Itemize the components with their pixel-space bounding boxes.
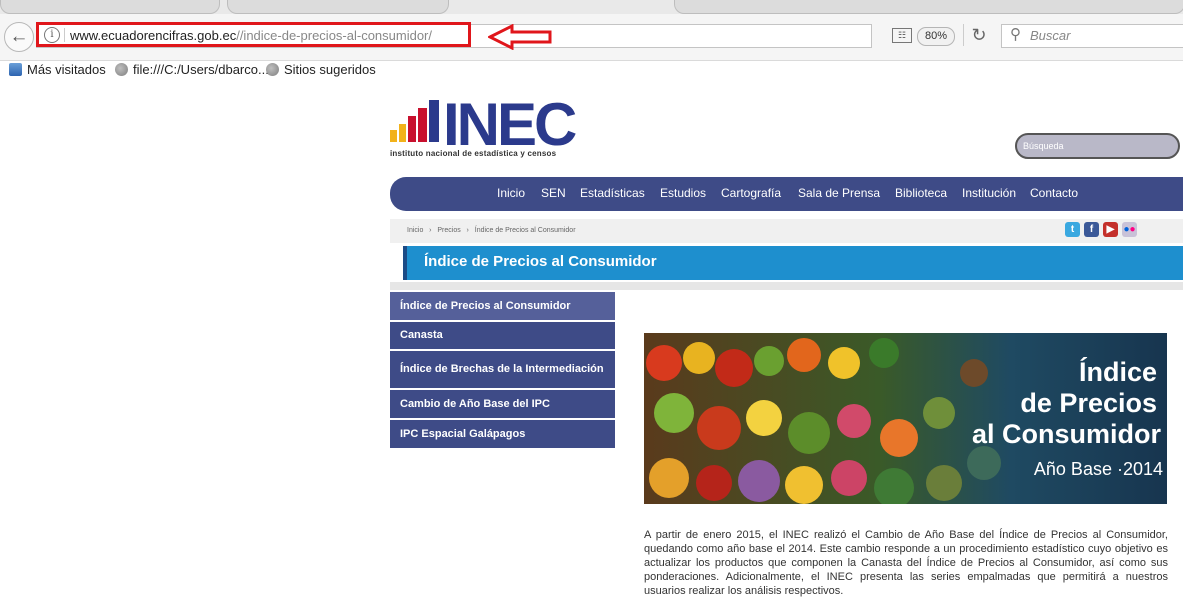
nav-item-contacto[interactable]: Contacto bbox=[1030, 186, 1078, 200]
reload-icon[interactable]: ↻ bbox=[963, 24, 994, 46]
globe-icon bbox=[266, 63, 279, 76]
tab-strip bbox=[0, 0, 1183, 15]
hero-title-line2: de Precios bbox=[1020, 388, 1157, 418]
nav-item-estadisticas[interactable]: Estadísticas bbox=[580, 186, 645, 200]
side-menu-item-brechas[interactable]: Índice de Brechas de la Intermediación bbox=[390, 351, 615, 390]
red-arrow-icon bbox=[488, 24, 552, 50]
facebook-icon[interactable]: f bbox=[1084, 222, 1099, 237]
nav-item-institucion[interactable]: Institución bbox=[962, 186, 1016, 200]
reader-view-icon[interactable]: ☷ bbox=[892, 28, 912, 43]
browser-search-placeholder: Buscar bbox=[1030, 28, 1071, 43]
bookmark-suggested-sites[interactable]: Sitios sugeridos bbox=[266, 62, 376, 77]
nav-item-inicio[interactable]: Inicio bbox=[497, 186, 525, 200]
nav-item-biblioteca[interactable]: Biblioteca bbox=[895, 186, 947, 200]
divider-bar bbox=[390, 282, 1183, 290]
page-title: Índice de Precios al Consumidor bbox=[424, 253, 657, 270]
breadcrumb-inicio[interactable]: Inicio bbox=[407, 227, 423, 234]
search-icon: ⚲ bbox=[1010, 26, 1021, 43]
breadcrumb-separator: › bbox=[462, 227, 473, 234]
flickr-icon[interactable]: ●● bbox=[1122, 222, 1137, 237]
breadcrumb-current: Índice de Precios al Consumidor bbox=[474, 227, 576, 234]
side-menu-item-cambio-ano-base[interactable]: Cambio de Año Base del IPC bbox=[390, 390, 615, 420]
bookmark-most-visited[interactable]: Más visitados bbox=[9, 62, 106, 77]
breadcrumb-precios[interactable]: Precios bbox=[437, 227, 460, 234]
zoom-indicator[interactable]: 80% bbox=[917, 27, 955, 46]
nav-item-sen[interactable]: SEN bbox=[541, 186, 566, 200]
intro-paragraph: A partir de enero 2015, el INEC realizó … bbox=[644, 529, 1168, 597]
breadcrumb: Inicio › Precios › Índice de Precios al … bbox=[407, 227, 576, 234]
inec-logo[interactable]: INEC bbox=[443, 95, 577, 155]
hero-title-line1: Índice bbox=[1078, 357, 1157, 387]
bookmark-label: Más visitados bbox=[27, 62, 106, 77]
bookmark-label: Sitios sugeridos bbox=[284, 62, 376, 77]
nav-item-estudios[interactable]: Estudios bbox=[660, 186, 706, 200]
browser-tab[interactable] bbox=[227, 0, 449, 14]
title-accent bbox=[403, 246, 407, 280]
globe-icon bbox=[115, 63, 128, 76]
back-button[interactable]: ← bbox=[4, 22, 34, 52]
browser-tab[interactable] bbox=[674, 0, 1183, 14]
breadcrumb-separator: › bbox=[425, 227, 436, 234]
side-menu: Índice de Precios al Consumidor Canasta … bbox=[390, 292, 615, 450]
youtube-icon[interactable]: ▶ bbox=[1103, 222, 1118, 237]
side-menu-item-canasta[interactable]: Canasta bbox=[390, 322, 615, 351]
bookmark-file[interactable]: file:///C:/Users/dbarco... bbox=[115, 62, 269, 77]
side-menu-item-ipc[interactable]: Índice de Precios al Consumidor bbox=[390, 292, 615, 322]
twitter-icon[interactable]: t bbox=[1065, 222, 1080, 237]
hero-subtitle: Año Base ·2014 bbox=[1033, 459, 1163, 479]
logo-tagline: instituto nacional de estadística y cens… bbox=[390, 149, 557, 158]
url-highlight-box bbox=[36, 22, 471, 47]
nav-item-sala-de-prensa[interactable]: Sala de Prensa bbox=[798, 186, 880, 200]
browser-search-input[interactable] bbox=[1001, 24, 1183, 48]
bookmark-folder-icon bbox=[9, 63, 22, 76]
browser-tab[interactable] bbox=[0, 0, 220, 14]
nav-item-cartografia[interactable]: Cartografía bbox=[721, 186, 781, 200]
inec-logo-bars-icon bbox=[390, 100, 439, 142]
site-search-input[interactable]: Búsqueda bbox=[1015, 133, 1180, 159]
side-menu-item-galapagos[interactable]: IPC Espacial Galápagos bbox=[390, 420, 615, 450]
hero-title-line3: al Consumidor bbox=[971, 419, 1161, 449]
bookmark-label: file:///C:/Users/dbarco... bbox=[133, 62, 269, 77]
